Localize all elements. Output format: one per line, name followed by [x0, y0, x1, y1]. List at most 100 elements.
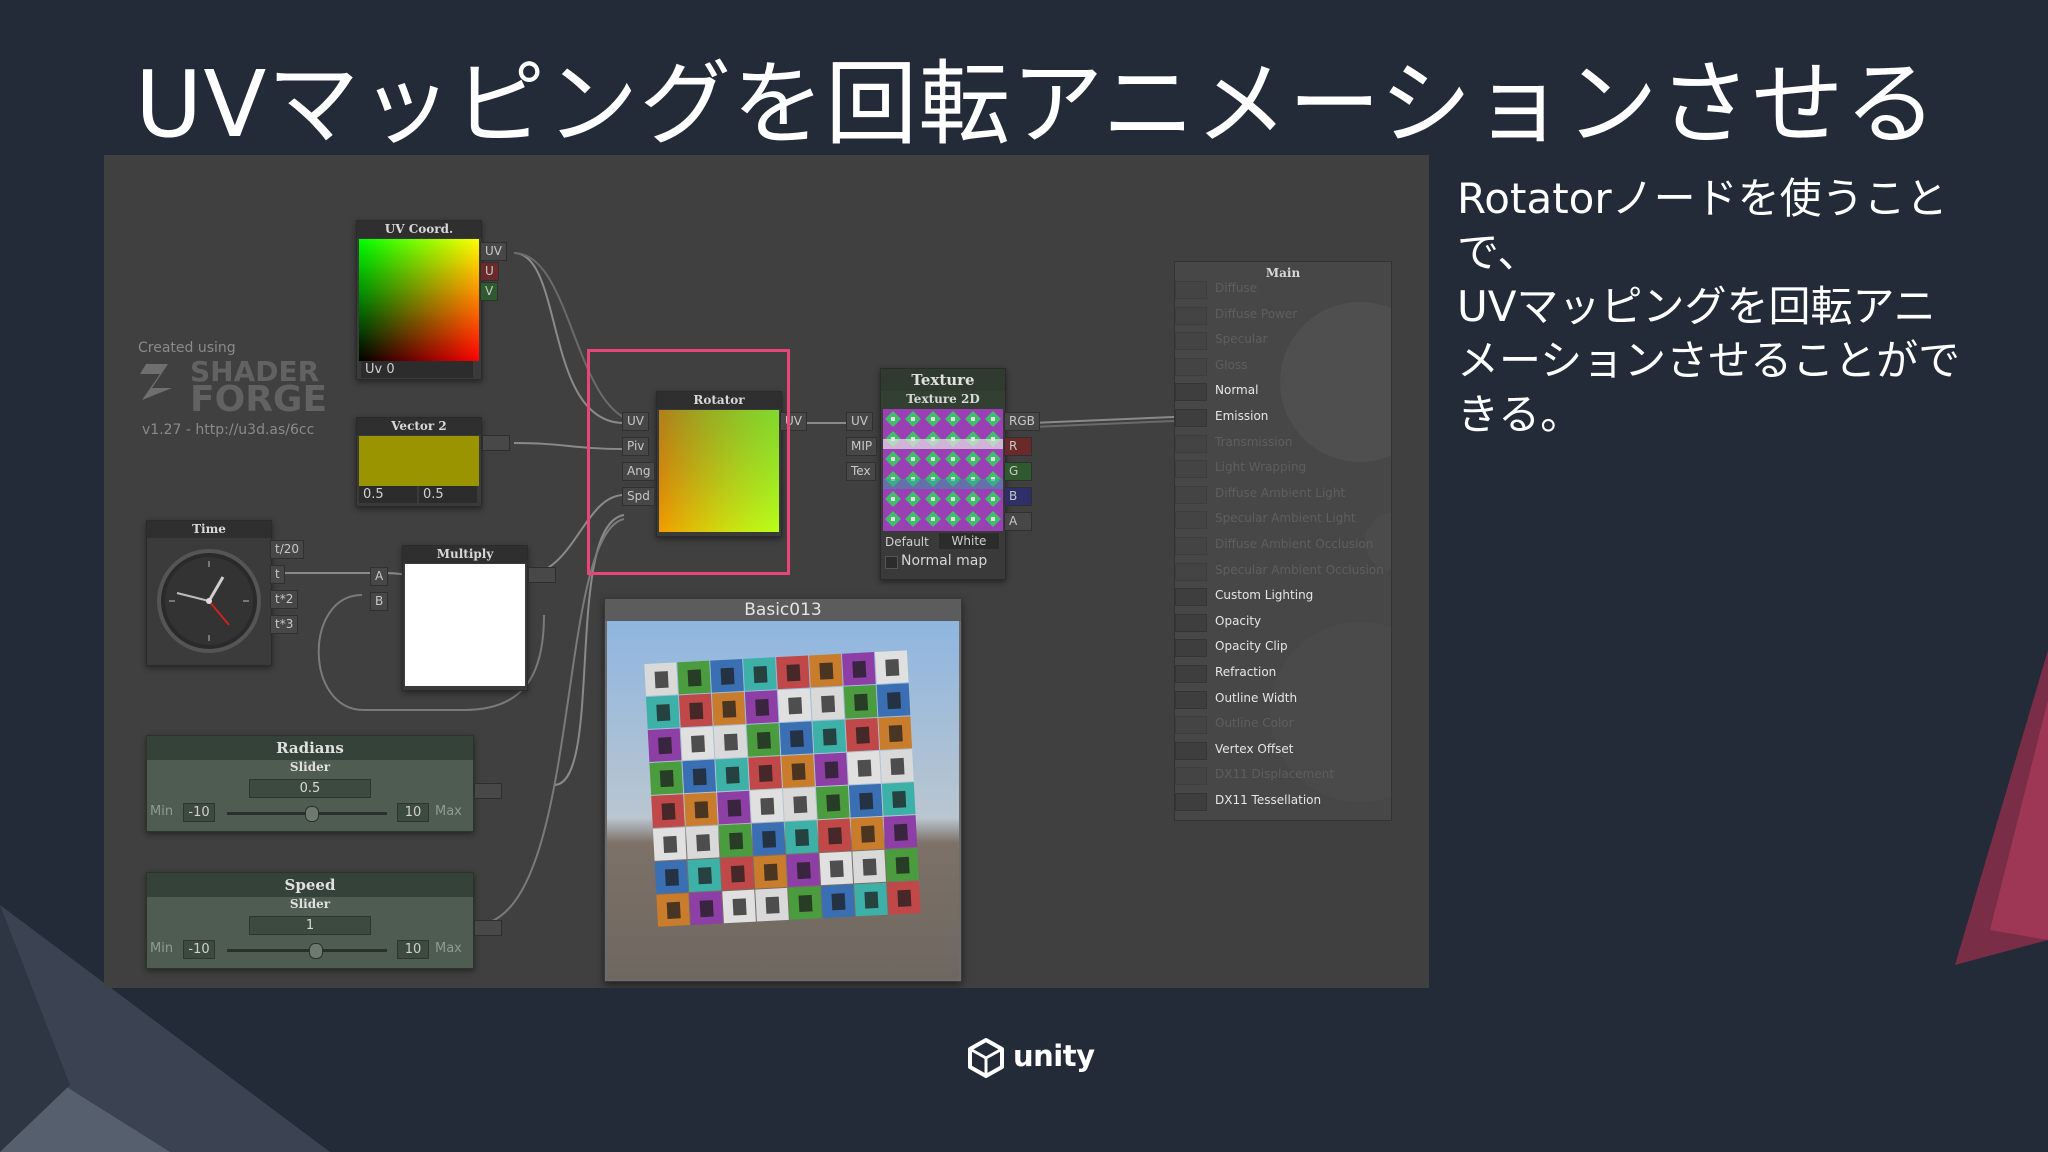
time-node[interactable]: Time — [146, 520, 272, 666]
main-input-row[interactable]: Light Wrapping — [1175, 458, 1391, 479]
texture-output-g[interactable]: G — [1004, 462, 1032, 481]
main-input-row[interactable]: Diffuse Ambient Light — [1175, 484, 1391, 504]
input-socket[interactable] — [1175, 716, 1207, 735]
input-socket[interactable] — [1175, 741, 1207, 760]
main-input-row[interactable]: Opacity — [1175, 612, 1391, 632]
input-socket[interactable] — [1175, 767, 1207, 786]
input-socket[interactable] — [1175, 357, 1207, 376]
main-input-row[interactable]: Gloss — [1175, 356, 1391, 376]
multiply-node[interactable]: Multiply — [402, 545, 528, 691]
main-input-row[interactable]: Specular Ambient Light — [1175, 509, 1391, 530]
radians-slider-node[interactable]: Radians Slider 0.5 Min -10 10 Max — [146, 735, 474, 832]
description-line: きる。 — [1457, 390, 1583, 439]
main-input-row[interactable]: Normal — [1175, 381, 1391, 402]
multiply-input-a[interactable]: A — [370, 567, 389, 586]
uv-grid-digit — [730, 865, 745, 883]
main-input-row[interactable]: Emission — [1175, 407, 1391, 427]
texture-default-select[interactable]: White — [939, 533, 999, 549]
slide-description: Rotatorノードを使うことで、 UVマッピングを回転アニ メーションさせるこ… — [1457, 172, 1997, 442]
main-input-row[interactable]: Specular — [1175, 330, 1391, 351]
multiply-input-b[interactable]: B — [370, 592, 389, 611]
time-output-t3[interactable]: t*3 — [270, 615, 299, 634]
radians-slider-knob[interactable] — [305, 806, 319, 822]
main-input-row[interactable]: Custom Lighting — [1175, 586, 1391, 607]
vector2-output-port[interactable] — [482, 435, 510, 451]
uv-output-port[interactable]: UV — [480, 242, 507, 261]
input-socket[interactable] — [1175, 690, 1207, 709]
input-label: Diffuse — [1215, 281, 1258, 295]
input-socket[interactable] — [1175, 665, 1207, 683]
main-input-row[interactable]: Diffuse — [1175, 279, 1391, 299]
main-input-row[interactable]: DX11 Displacement — [1175, 765, 1391, 786]
preview-window[interactable]: Basic013 — [604, 598, 962, 982]
texture-input-tex[interactable]: Tex — [846, 462, 876, 481]
vector2-node[interactable]: Vector 2 0.5 0.5 — [356, 417, 482, 507]
radians-max-field[interactable]: 10 — [397, 803, 429, 822]
main-input-row[interactable]: DX11 Tessellation — [1175, 791, 1391, 811]
speed-output-port[interactable] — [474, 920, 502, 936]
texture-node[interactable]: Texture Texture 2D Default White Normal … — [880, 368, 1006, 580]
speed-value-field[interactable]: 1 — [249, 916, 371, 935]
uv-grid-digit — [753, 665, 768, 684]
uv-channel-select[interactable]: Uv 0 — [361, 361, 473, 378]
texture-output-b[interactable]: B — [1004, 487, 1032, 506]
input-socket[interactable] — [1175, 434, 1207, 453]
input-socket[interactable] — [1175, 613, 1207, 632]
main-input-row[interactable]: Outline Color — [1175, 714, 1391, 735]
input-socket[interactable] — [1175, 588, 1207, 607]
vector2-y-field[interactable]: 0.5 — [419, 486, 477, 503]
radians-min-field[interactable]: -10 — [183, 803, 215, 822]
unity-logo: unity — [965, 1035, 1095, 1080]
radians-output-port[interactable] — [474, 783, 502, 799]
input-socket[interactable] — [1175, 306, 1207, 325]
radians-value-field[interactable]: 0.5 — [249, 779, 371, 798]
speed-max-field[interactable]: 10 — [397, 940, 429, 959]
input-socket[interactable] — [1175, 332, 1207, 351]
time-output-t2[interactable]: t*2 — [270, 590, 299, 609]
speed-slider-knob[interactable] — [309, 943, 323, 959]
main-input-row[interactable]: Specular Ambient Occlusion — [1175, 561, 1391, 581]
main-input-row[interactable]: Refraction — [1175, 663, 1391, 683]
main-input-row[interactable]: Vertex Offset — [1175, 740, 1391, 760]
uv-grid-digit — [663, 835, 678, 854]
uv-grid-digit — [664, 868, 679, 887]
uv-grid-digit — [658, 737, 673, 755]
speed-slider-node[interactable]: Speed Slider 1 Min -10 10 Max — [146, 872, 474, 969]
uv-grid-digit — [694, 801, 709, 819]
speed-min-field[interactable]: -10 — [183, 940, 215, 959]
input-socket[interactable] — [1175, 460, 1207, 479]
u-output-port[interactable]: U — [480, 262, 499, 281]
time-output-t20[interactable]: t/20 — [270, 540, 305, 559]
normal-map-checkbox[interactable] — [885, 556, 898, 569]
vector2-x-field[interactable]: 0.5 — [359, 486, 417, 503]
texture-input-mip[interactable]: MIP — [846, 437, 878, 456]
texture-output-r[interactable]: R — [1004, 437, 1032, 456]
main-input-row[interactable]: Outline Width — [1175, 689, 1391, 709]
input-socket[interactable] — [1175, 485, 1207, 504]
uv-grid-digit — [857, 759, 872, 777]
input-socket[interactable] — [1175, 511, 1207, 530]
input-socket[interactable] — [1175, 537, 1207, 555]
texture-output-rgb[interactable]: RGB — [1004, 412, 1040, 431]
main-input-row[interactable]: Opacity Clip — [1175, 637, 1391, 658]
input-socket[interactable] — [1175, 793, 1207, 811]
texture-output-a[interactable]: A — [1004, 512, 1032, 531]
multiply-output-port[interactable] — [528, 567, 556, 583]
uv-coord-node[interactable]: UV Coord. Uv 0 — [356, 220, 482, 380]
uv-grid-digit — [824, 761, 839, 779]
input-socket[interactable] — [1175, 409, 1207, 427]
input-label: Specular Ambient Light — [1215, 511, 1356, 526]
time-output-t[interactable]: t — [270, 565, 285, 584]
main-input-row[interactable]: Transmission — [1175, 433, 1391, 453]
main-input-row[interactable]: Diffuse Ambient Occlusion — [1175, 535, 1391, 555]
main-input-row[interactable]: Diffuse Power — [1175, 305, 1391, 325]
clock-icon — [149, 539, 269, 663]
input-socket[interactable] — [1175, 383, 1207, 402]
texture-input-uv[interactable]: UV — [846, 412, 873, 431]
v-output-port[interactable]: V — [480, 282, 499, 301]
input-socket[interactable] — [1175, 639, 1207, 658]
input-socket[interactable] — [1175, 562, 1207, 581]
input-socket[interactable] — [1175, 281, 1207, 299]
preview-render — [607, 621, 959, 979]
speed-slider-track[interactable] — [227, 949, 387, 952]
